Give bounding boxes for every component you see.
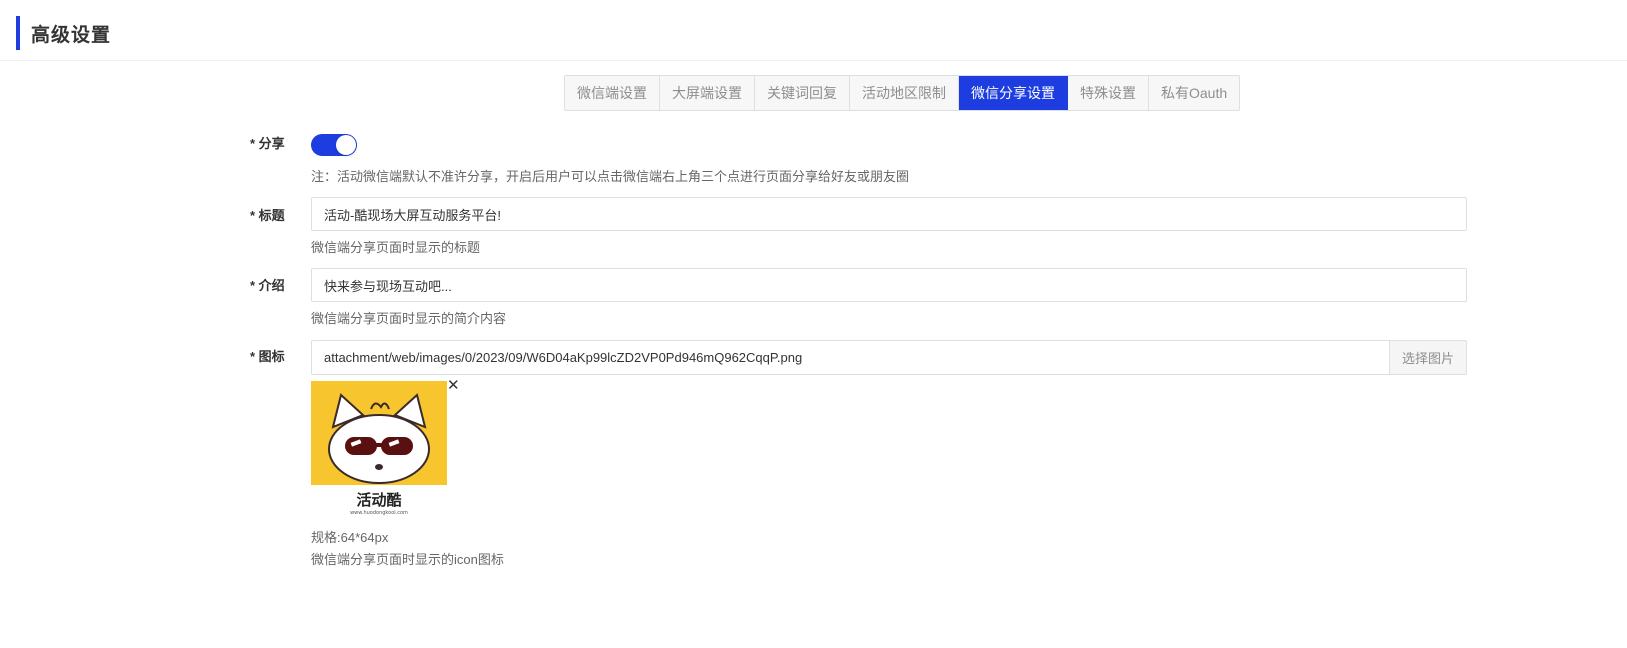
fox-logo-icon: 活动酷 www.huodongkool.com xyxy=(311,381,447,517)
intro-input[interactable] xyxy=(311,268,1467,302)
title-input[interactable] xyxy=(311,197,1467,231)
icon-hint: 微信端分享页面时显示的icon图标 xyxy=(311,552,504,567)
share-label: * 分享 xyxy=(250,136,285,151)
logo-wordmark: 活动酷 xyxy=(356,491,401,509)
tab-special-settings[interactable]: 特殊设置 xyxy=(1068,76,1149,110)
intro-label: * 介绍 xyxy=(250,278,285,293)
intro-hint: 微信端分享页面时显示的简介内容 xyxy=(311,311,507,326)
tab-region-limit[interactable]: 活动地区限制 xyxy=(850,76,959,110)
share-toggle[interactable] xyxy=(311,134,357,156)
icon-preview-image: 活动酷 www.huodongkool.com xyxy=(311,381,447,517)
page-title: 高级设置 xyxy=(31,24,112,46)
page-header: 高级设置 xyxy=(16,16,111,50)
tab-keyword-reply[interactable]: 关键词回复 xyxy=(755,76,850,110)
icon-path-input[interactable] xyxy=(311,340,1389,375)
tab-wechat-share-settings[interactable]: 微信分享设置 xyxy=(959,76,1068,110)
title-hint: 微信端分享页面时显示的标题 xyxy=(311,240,481,255)
header-divider xyxy=(0,60,1627,61)
select-image-button[interactable]: 选择图片 xyxy=(1389,340,1467,375)
icon-spec: 规格:64*64px xyxy=(311,530,389,545)
remove-image-icon[interactable]: ✕ xyxy=(447,378,460,394)
tab-private-oauth[interactable]: 私有Oauth xyxy=(1149,76,1239,110)
icon-input-group: 选择图片 xyxy=(311,340,1467,375)
icon-label: * 图标 xyxy=(250,349,285,364)
tab-bigscreen-settings[interactable]: 大屏端设置 xyxy=(660,76,755,110)
toggle-knob xyxy=(336,135,356,155)
share-hint: 注：活动微信端默认不准许分享，开启后用户可以点击微信端右上角三个点进行页面分享给… xyxy=(311,169,910,184)
settings-tabs: 微信端设置 大屏端设置 关键词回复 活动地区限制 微信分享设置 特殊设置 私有O… xyxy=(564,75,1241,111)
logo-url: www.huodongkool.com xyxy=(350,510,408,516)
tab-wechat-settings[interactable]: 微信端设置 xyxy=(565,76,660,110)
title-label: * 标题 xyxy=(250,208,285,223)
